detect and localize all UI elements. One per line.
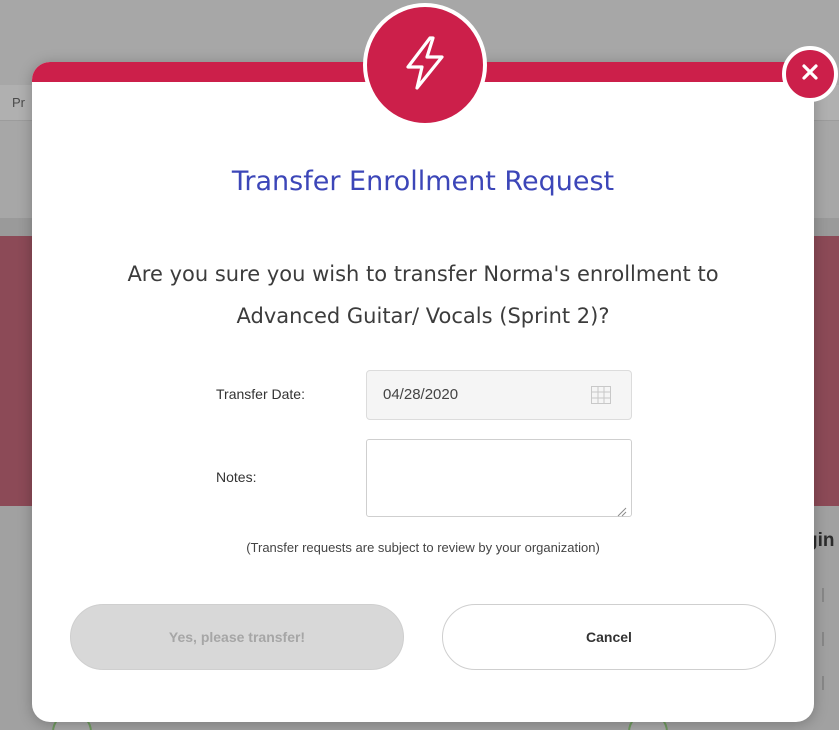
background-divider <box>822 588 824 602</box>
background-divider <box>822 676 824 690</box>
resize-handle-icon[interactable] <box>617 502 627 521</box>
question-line: Are you sure you wish to transfer Norma'… <box>127 262 719 286</box>
review-disclaimer: (Transfer requests are subject to review… <box>246 540 600 555</box>
notes-textarea[interactable] <box>366 439 632 517</box>
confirm-transfer-button[interactable]: Yes, please transfer! <box>70 604 404 670</box>
question-line: Advanced Guitar/ Vocals (Sprint 2)? <box>236 304 610 328</box>
transfer-date-label: Transfer Date: <box>216 386 305 402</box>
close-button[interactable] <box>782 46 838 102</box>
confirmation-question: Are you sure you wish to transfer Norma'… <box>62 253 784 337</box>
lightning-bolt-icon <box>400 35 450 95</box>
close-icon <box>800 62 820 86</box>
modal-title: Transfer Enrollment Request <box>231 166 615 197</box>
transfer-date-value: 04/28/2020 <box>383 386 459 403</box>
transfer-date-field[interactable]: 04/28/2020 <box>366 370 632 420</box>
background-divider <box>822 632 824 646</box>
notes-label: Notes: <box>216 469 257 485</box>
calendar-icon[interactable] <box>591 386 611 408</box>
cancel-button[interactable]: Cancel <box>442 604 776 670</box>
modal-badge <box>363 3 487 127</box>
